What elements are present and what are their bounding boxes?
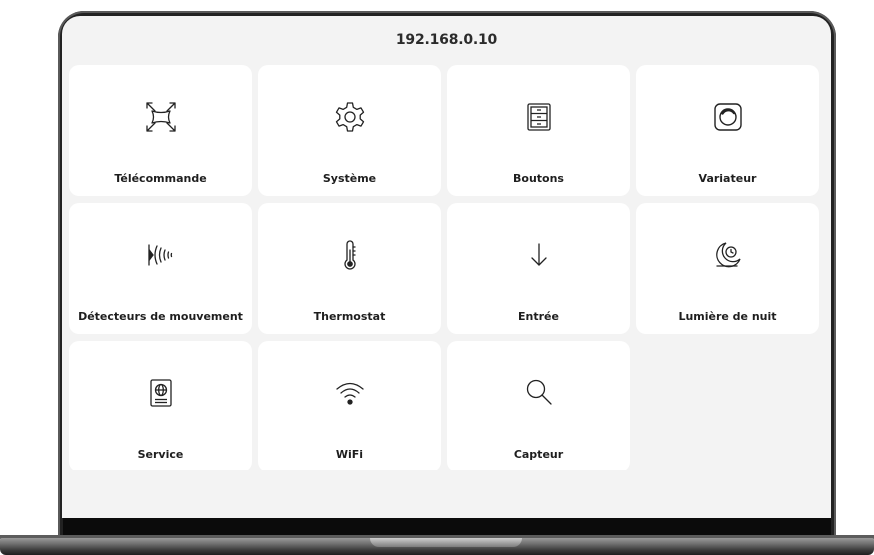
laptop-opening-notch	[370, 538, 522, 547]
tile-telecommande[interactable]: Télécommande	[69, 65, 252, 196]
tile-label: Entrée	[518, 310, 559, 323]
tile-wifi[interactable]: WiFi	[258, 341, 441, 472]
magnifier-icon	[521, 375, 557, 411]
tile-lumiere-de-nuit[interactable]: Lumière de nuit	[636, 203, 819, 334]
tile-capteur[interactable]: Capteur	[447, 341, 630, 472]
tile-thermostat[interactable]: Thermostat	[258, 203, 441, 334]
tile-label: Capteur	[513, 448, 564, 461]
tile-label: Télécommande	[114, 172, 207, 185]
tile-variateur[interactable]: Variateur	[636, 65, 819, 196]
arrow-down-icon	[521, 237, 557, 273]
wifi-icon	[332, 375, 368, 411]
module-grid: Télécommande Système Boutons Variateur D…	[62, 16, 831, 518]
buttons-panel-icon	[521, 99, 557, 135]
passport-icon	[143, 375, 179, 411]
motion-sensor-icon	[143, 237, 179, 273]
gear-icon	[332, 99, 368, 135]
tile-label: Détecteurs de mouvement	[78, 310, 243, 323]
tile-service[interactable]: Service	[69, 341, 252, 472]
tile-boutons[interactable]: Boutons	[447, 65, 630, 196]
tile-detecteurs-de-mouvement[interactable]: Détecteurs de mouvement	[69, 203, 252, 334]
tile-label: Service	[137, 448, 184, 461]
tile-label: Boutons	[513, 172, 564, 185]
tile-systeme[interactable]: Système	[258, 65, 441, 196]
laptop-base	[0, 538, 874, 555]
app-screen: 192.168.0.10 Télécommande Système Bouton…	[62, 16, 831, 518]
tile-entree[interactable]: Entrée	[447, 203, 630, 334]
tile-label: Système	[322, 172, 377, 185]
tile-label: WiFi	[335, 448, 364, 461]
night-light-icon	[710, 237, 746, 273]
tile-label: Thermostat	[313, 310, 386, 323]
tile-label: Variateur	[698, 172, 757, 185]
thermometer-icon	[332, 237, 368, 273]
remote-control-icon	[143, 99, 179, 135]
tile-label: Lumière de nuit	[678, 310, 777, 323]
dimmer-icon	[710, 99, 746, 135]
screen-bottom-area	[62, 470, 831, 518]
